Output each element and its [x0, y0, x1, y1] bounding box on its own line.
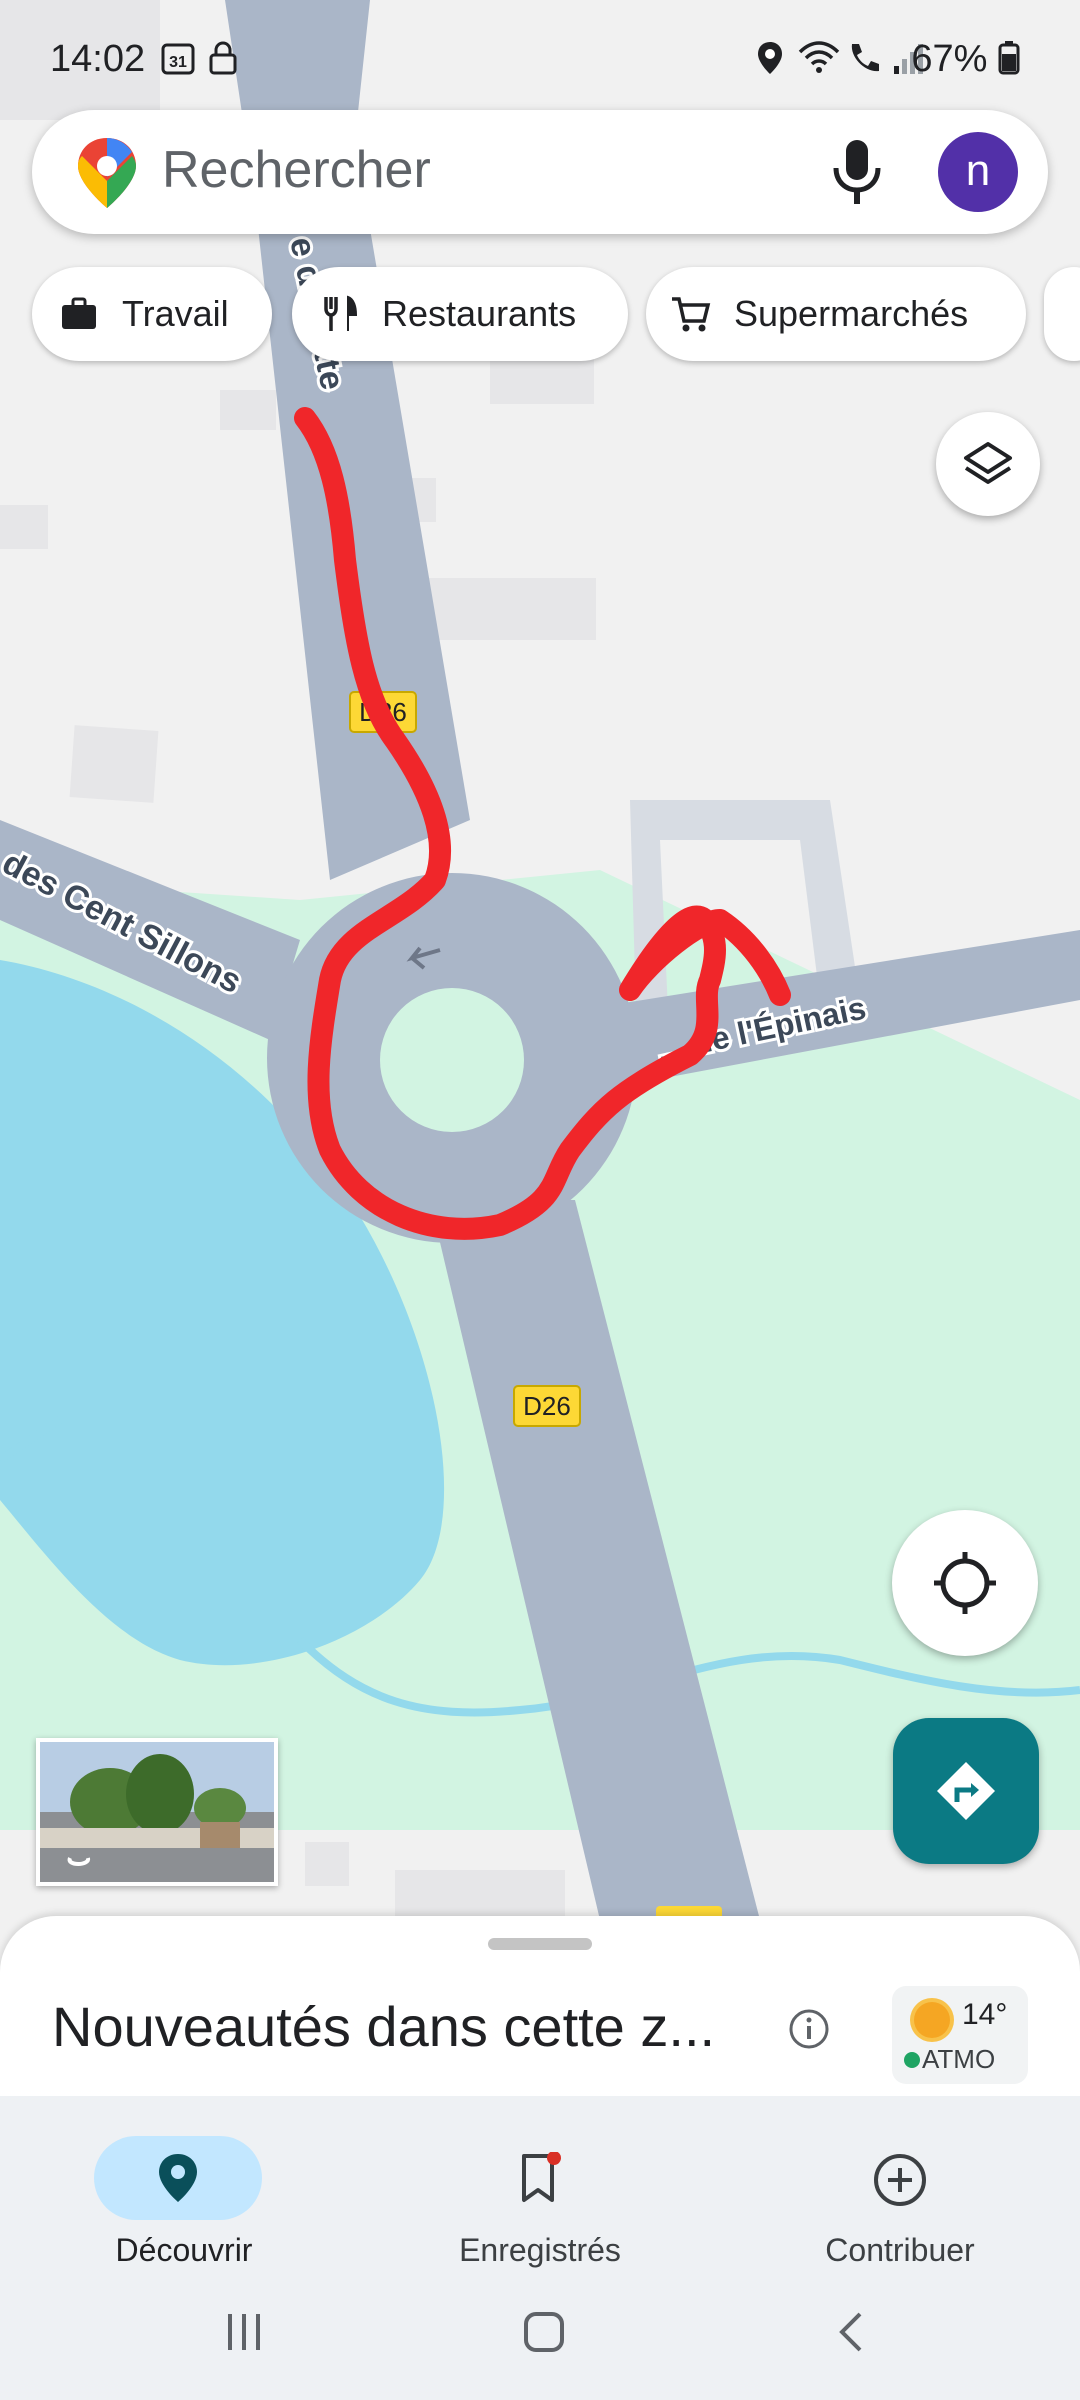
- nav-enregistres[interactable]: Enregistrés: [390, 2116, 690, 2286]
- building: [395, 1870, 565, 1920]
- street-view-image: [40, 1742, 274, 1882]
- briefcase-icon: [62, 297, 96, 329]
- roundabout-island: [380, 988, 524, 1132]
- battery-percent: 67%: [911, 38, 1020, 81]
- lock-icon: [208, 40, 238, 85]
- home-icon[interactable]: [522, 2310, 566, 2354]
- bookmark-icon: [522, 2152, 561, 2202]
- recent-apps-icon[interactable]: [222, 2310, 266, 2354]
- fork-knife-icon: [324, 295, 358, 331]
- maps-logo-icon: [78, 138, 136, 208]
- crosshair-icon: [934, 1552, 996, 1614]
- sun-icon: [914, 2002, 950, 2038]
- cart-icon: [672, 297, 711, 332]
- route-shield-bottom: D26: [513, 1385, 581, 1427]
- chip-label: Restaurants: [382, 293, 577, 334]
- info-icon[interactable]: [788, 2008, 830, 2050]
- search-input[interactable]: Rechercher: [162, 140, 431, 200]
- sheet-title: Nouveautés dans cette z...: [52, 1995, 716, 2058]
- battery-text: 67%: [911, 38, 988, 80]
- building: [420, 578, 596, 640]
- my-location-button[interactable]: [892, 1510, 1038, 1656]
- chip-travail[interactable]: Travail: [32, 267, 272, 361]
- building: [0, 505, 48, 549]
- bottom-sheet[interactable]: Nouveautés dans cette z... 14° ATMO: [0, 1916, 1080, 2096]
- svg-text:31: 31: [169, 54, 187, 71]
- building: [69, 725, 159, 803]
- microphone-icon[interactable]: [822, 136, 892, 208]
- weather-chip[interactable]: 14° ATMO: [892, 1986, 1028, 2084]
- nav-contribuer[interactable]: Contribuer: [750, 2116, 1050, 2286]
- bottom-navigation: Découvrir Enregistrés Contribuer: [0, 2096, 1080, 2400]
- chip-label: Supermarchés: [734, 293, 969, 334]
- nav-decouvrir[interactable]: Découvrir: [34, 2116, 334, 2286]
- air-quality-dot: [904, 2052, 920, 2068]
- status-time: 14:02: [50, 38, 146, 80]
- back-icon[interactable]: [830, 2310, 874, 2354]
- street-view-thumbnail[interactable]: [36, 1738, 278, 1886]
- plus-circle-icon: [874, 2154, 926, 2206]
- wifi-call-icon: [846, 40, 884, 85]
- battery-icon: [998, 41, 1020, 75]
- building: [305, 1842, 349, 1886]
- chip-more[interactable]: [1044, 267, 1080, 361]
- drag-handle[interactable]: [488, 1938, 592, 1950]
- nav-label: Contribuer: [825, 2232, 975, 2268]
- building: [220, 390, 276, 430]
- air-quality-label: ATMO: [922, 2044, 996, 2074]
- status-bar: 14:02 31 67%: [0, 0, 1080, 120]
- weather-temperature: 14°: [962, 1998, 1008, 2031]
- nav-label: Découvrir: [115, 2232, 253, 2268]
- chip-supermarches[interactable]: Supermarchés: [646, 267, 1026, 361]
- directions-button[interactable]: [893, 1718, 1039, 1864]
- calendar-icon: 31: [160, 40, 196, 85]
- location-pin-icon: [159, 2154, 197, 2202]
- directions-icon: [937, 1762, 995, 1820]
- layers-icon: [964, 442, 1012, 484]
- location-icon: [756, 40, 784, 85]
- chip-restaurants[interactable]: Restaurants: [292, 267, 628, 361]
- svg-text:D26: D26: [523, 1391, 571, 1421]
- search-bar[interactable]: Rechercher n: [32, 110, 1048, 234]
- chip-label: Travail: [122, 293, 229, 334]
- wifi-icon: [798, 40, 840, 85]
- layers-button[interactable]: [936, 412, 1040, 516]
- avatar[interactable]: n: [938, 132, 1018, 212]
- nav-label: Enregistrés: [459, 2232, 621, 2268]
